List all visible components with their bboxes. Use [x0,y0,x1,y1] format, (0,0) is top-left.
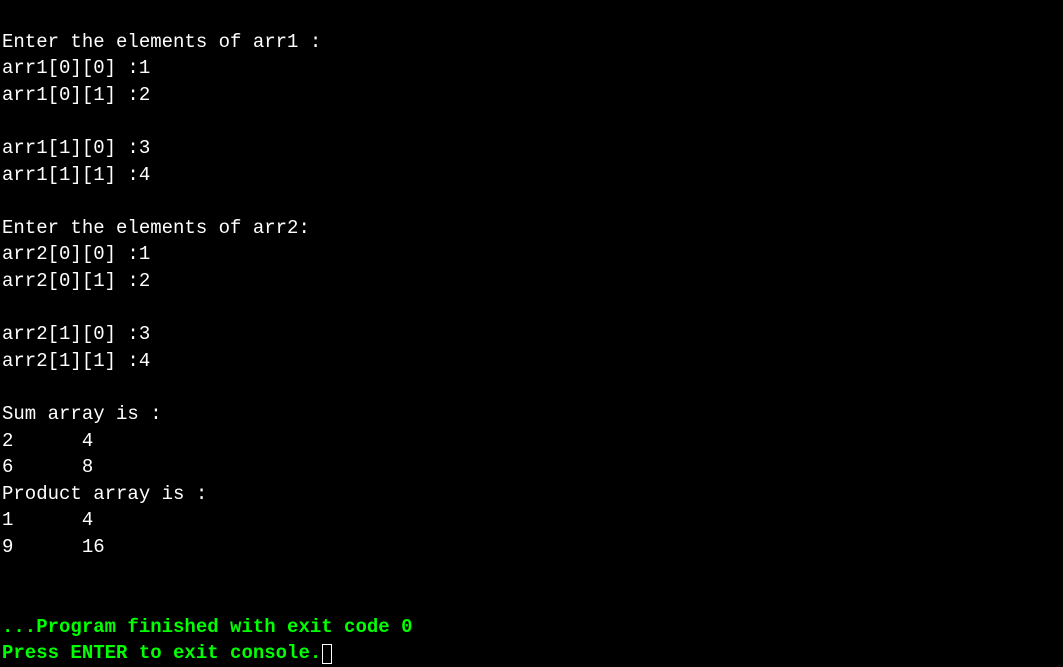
prompt-message: Press ENTER to exit console. [2,642,321,664]
cursor-icon [322,644,332,664]
output-line: arr2[0][1] :2 [2,270,150,292]
console-output[interactable]: Enter the elements of arr1 : arr1[0][0] … [2,2,1063,667]
output-line: arr1[0][1] :2 [2,84,150,106]
output-line: arr1[0][0] :1 [2,57,150,79]
output-line: 2 4 [2,430,162,452]
output-line: arr2[0][0] :1 [2,243,150,265]
output-line: Sum array is : [2,403,162,425]
exit-message: ...Program finished with exit code 0 [2,616,412,638]
output-line: 6 8 [2,456,162,478]
output-line: Enter the elements of arr2: [2,217,310,239]
output-line: arr2[1][1] :4 [2,350,150,372]
output-line: 9 16 [2,536,162,558]
output-line: arr1[1][1] :4 [2,164,150,186]
output-line: 1 4 [2,509,162,531]
output-line: arr1[1][0] :3 [2,137,150,159]
output-line: Product array is : [2,483,207,505]
output-line: Enter the elements of arr1 : [2,31,321,53]
output-line: arr2[1][0] :3 [2,323,150,345]
